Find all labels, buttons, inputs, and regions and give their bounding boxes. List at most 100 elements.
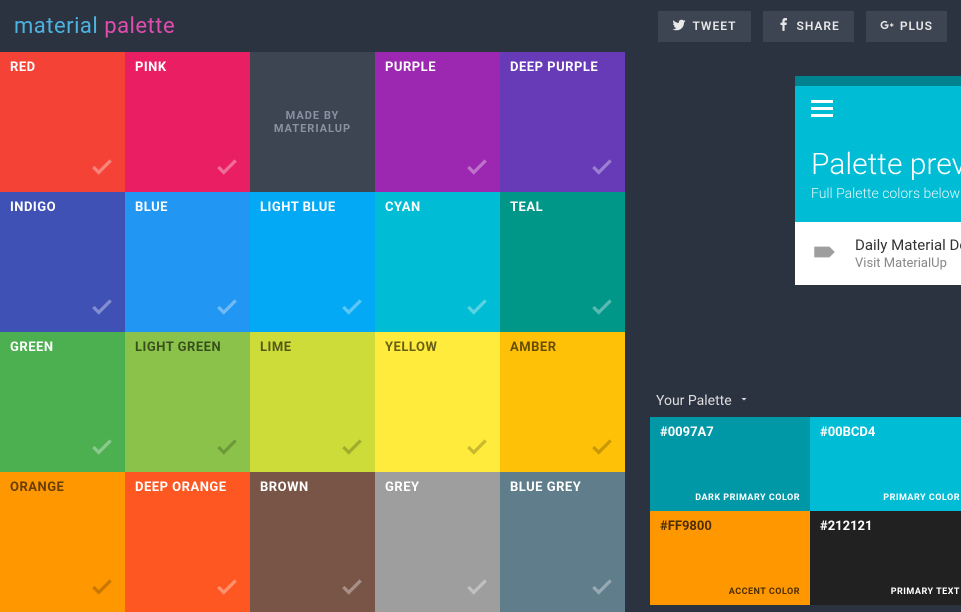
share-button[interactable]: SHARE — [763, 11, 854, 42]
preview-appbar: Palette preview Full Palette colors belo… — [795, 86, 961, 222]
swatch-deep-orange[interactable]: DEEP ORANGE — [125, 472, 250, 612]
swatch-purple[interactable]: PURPLE — [375, 52, 500, 192]
swatch-label: BROWN — [260, 480, 309, 495]
twitter-icon — [672, 18, 686, 35]
swatch-blue-grey[interactable]: BLUE GREY — [500, 472, 625, 612]
swatch-label: DEEP ORANGE — [135, 480, 227, 495]
palette-strip: Your Palette #0097A7DARK PRIMARY COLOR#0… — [650, 385, 961, 605]
chip-hex: #00BCD4 — [820, 425, 960, 440]
preview-title: Palette preview — [811, 147, 961, 182]
facebook-icon — [777, 18, 791, 35]
swatch-orange[interactable]: ORANGE — [0, 472, 125, 612]
swatch-teal[interactable]: TEAL — [500, 192, 625, 332]
palette-row-1: #0097A7DARK PRIMARY COLOR #00BCD4 PRIMARY … — [650, 417, 961, 511]
googleplus-icon — [880, 18, 894, 35]
plus-button[interactable]: PLUS — [866, 11, 947, 42]
hamburger-icon[interactable] — [811, 100, 961, 117]
preview-panel: Palette preview Full Palette colors belo… — [795, 76, 961, 285]
check-icon — [589, 294, 615, 324]
social-buttons: TWEET SHARE PLUS — [658, 11, 947, 42]
swatch-indigo[interactable]: INDIGO — [0, 192, 125, 332]
swatch-label: GREEN — [10, 340, 54, 355]
check-icon — [464, 574, 490, 604]
swatch-grid: RED PINK MADE BYMATERIALUP PURPLE DEEP PURPL… — [0, 52, 625, 612]
swatch-label: LIGHT BLUE — [260, 200, 336, 215]
preview-card[interactable]: Daily Material Design Showcase Visit Mat… — [795, 222, 961, 285]
preview-card-line1: Daily Material Design Showcase — [855, 236, 961, 254]
swatch-pink[interactable]: PINK — [125, 52, 250, 192]
chip-role: PRIMARY TEXT — [891, 587, 960, 597]
plus-label: PLUS — [900, 19, 933, 33]
header: material palette TWEET SHARE PLUS — [0, 0, 961, 52]
chip-role: PRIMARY COLOR — [883, 493, 960, 503]
share-label: SHARE — [797, 19, 840, 33]
swatch-green[interactable]: GREEN — [0, 332, 125, 472]
check-icon — [89, 434, 115, 464]
palette-header-label: Your Palette — [656, 393, 732, 409]
swatch-label: AMBER — [510, 340, 557, 355]
check-icon — [464, 434, 490, 464]
tag-icon — [811, 239, 837, 269]
check-icon — [214, 434, 240, 464]
palette-header[interactable]: Your Palette — [650, 385, 961, 417]
swatch-label: YELLOW — [385, 340, 437, 355]
chip-hex: #212121 — [820, 519, 960, 534]
check-icon — [89, 574, 115, 604]
swatch-light-green[interactable]: LIGHT GREEN — [125, 332, 250, 472]
logo-word-palette: palette — [104, 14, 175, 39]
chevron-down-icon — [738, 393, 750, 409]
swatch-amber[interactable]: AMBER — [500, 332, 625, 472]
check-icon — [589, 154, 615, 184]
preview-statusbar — [795, 76, 961, 86]
swatch-label: PINK — [135, 60, 167, 75]
swatch-label: BLUE — [135, 200, 168, 215]
swatch-cyan[interactable]: CYAN — [375, 192, 500, 332]
palette-chip[interactable]: #212121 PRIMARY TEXT — [810, 511, 961, 605]
swatch-label: LIGHT GREEN — [135, 340, 221, 355]
swatch-label: INDIGO — [10, 200, 56, 215]
check-icon — [214, 294, 240, 324]
swatch-light-blue[interactable]: LIGHT BLUE — [250, 192, 375, 332]
check-icon — [589, 434, 615, 464]
chip-role: DARK PRIMARY COLOR — [695, 493, 800, 503]
check-icon — [214, 574, 240, 604]
swatch-label: DEEP PURPLE — [510, 60, 598, 75]
palette-chip[interactable]: #FF9800 ACCENT COLOR — [650, 511, 810, 605]
ad-tile[interactable]: MADE BYMATERIALUP — [250, 52, 375, 192]
swatch-label: LIME — [260, 340, 292, 355]
swatch-label: PURPLE — [385, 60, 436, 75]
check-icon — [339, 574, 365, 604]
swatch-yellow[interactable]: YELLOW — [375, 332, 500, 472]
check-icon — [464, 294, 490, 324]
swatch-label: ORANGE — [10, 480, 64, 495]
swatch-red[interactable]: RED — [0, 52, 125, 192]
tweet-label: TWEET — [692, 19, 736, 33]
check-icon — [589, 574, 615, 604]
preview-card-line2: Visit MaterialUp — [855, 256, 961, 271]
swatch-brown[interactable]: BROWN — [250, 472, 375, 612]
preview-subtitle: Full Palette colors below — [811, 186, 961, 202]
swatch-label: BLUE GREY — [510, 480, 581, 495]
swatch-deep-purple[interactable]: DEEP PURPLE — [500, 52, 625, 192]
check-icon — [214, 154, 240, 184]
palette-chip[interactable]: #00BCD4 PRIMARY COLOR — [810, 417, 961, 511]
check-icon — [339, 434, 365, 464]
swatch-label: GREY — [385, 480, 420, 495]
check-icon — [464, 154, 490, 184]
tweet-button[interactable]: TWEET — [658, 11, 750, 42]
swatch-blue[interactable]: BLUE — [125, 192, 250, 332]
logo[interactable]: material palette — [14, 14, 175, 39]
swatch-lime[interactable]: LIME — [250, 332, 375, 472]
swatch-label: TEAL — [510, 200, 543, 215]
preview-card-text: Daily Material Design Showcase Visit Mat… — [855, 236, 961, 271]
check-icon — [339, 294, 365, 324]
chip-role: ACCENT COLOR — [729, 587, 800, 597]
palette-chip[interactable]: #0097A7DARK PRIMARY COLOR — [650, 417, 810, 511]
chip-hex: #FF9800 — [660, 519, 800, 534]
swatch-label: CYAN — [385, 200, 421, 215]
palette-row-2: #FF9800ACCENT COLOR#212121PRIMARY TEXT#7… — [650, 511, 961, 605]
logo-word-material: material — [14, 14, 98, 39]
swatch-label: RED — [10, 60, 36, 75]
swatch-grey[interactable]: GREY — [375, 472, 500, 612]
check-icon — [89, 154, 115, 184]
